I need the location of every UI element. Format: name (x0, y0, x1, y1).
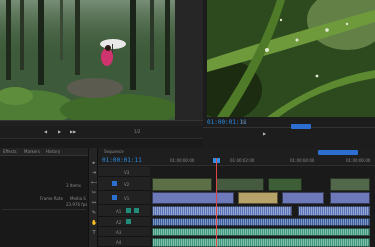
tab-history[interactable]: History (46, 149, 60, 154)
solo-a1-button[interactable] (134, 208, 139, 213)
video-clip[interactable] (238, 192, 278, 204)
sequence-tab[interactable]: Sequence (104, 149, 124, 154)
program-monitor: 01:00:01:11 Fit ▶ (203, 0, 375, 148)
timeline-ruler[interactable]: 01:00:00:00 01:00:02:00 01:00:04:00 01:0… (150, 158, 375, 166)
source-patch-v2[interactable] (112, 181, 117, 186)
divider (2, 209, 86, 210)
source-patch-v1[interactable] (112, 195, 117, 200)
slip-icon[interactable]: ↔ (91, 200, 97, 206)
mute-a1-button[interactable] (126, 208, 131, 213)
track-select-icon[interactable]: ⇥ (91, 170, 97, 176)
razor-icon[interactable]: ✂ (91, 190, 97, 196)
step-forward-icon[interactable]: ▶▶ (70, 129, 76, 134)
audio-clip[interactable] (298, 206, 370, 216)
track-name: V3 (124, 170, 130, 175)
track-name: A4 (116, 240, 122, 245)
ripple-edit-icon[interactable]: ⟷ (91, 180, 97, 186)
source-video-frame[interactable] (0, 0, 175, 120)
track-name: A2 (116, 220, 122, 225)
program-video-frame[interactable] (207, 0, 375, 117)
leaves-scene-image (207, 0, 375, 117)
tab-markers[interactable]: Markers (24, 149, 40, 154)
video-clip[interactable] (282, 192, 324, 204)
track-name: A1 (116, 209, 122, 214)
work-area-bar[interactable] (318, 150, 358, 155)
frame-rate-source: Media S (70, 196, 86, 201)
track-header-v2: V2 (98, 177, 150, 191)
tab-effects[interactable]: Effects (3, 149, 17, 154)
forest-scene-image (0, 0, 175, 120)
track-header-a3: A3 (98, 227, 150, 237)
track-header-a2: A2 (98, 217, 150, 227)
video-clip[interactable] (330, 178, 370, 191)
source-side-panel (175, 0, 203, 120)
playhead-line[interactable] (216, 158, 217, 247)
track-name: V2 (124, 182, 130, 187)
program-transport-bar: 01:00:01:11 Fit ▶ (203, 117, 375, 148)
frame-rate-label: Frame Rate (40, 196, 63, 201)
effects-body: 3 Items Frame Rate Media S 23.976 fps (0, 157, 88, 247)
track-name: A3 (116, 230, 122, 235)
audio-clip[interactable] (152, 238, 370, 247)
program-play-icon[interactable]: ▶ (263, 131, 266, 136)
ruler-label: 01:00:00:00 (170, 158, 195, 163)
item-count: 3 Items (66, 183, 82, 188)
track-header-a4: A4 (98, 237, 150, 247)
track-name: V1 (124, 196, 130, 201)
video-clip[interactable] (152, 192, 234, 204)
timeline-timecode[interactable]: 01:00:01:11 (102, 157, 142, 164)
mute-a2-button[interactable] (126, 219, 131, 224)
video-clip[interactable] (268, 178, 302, 191)
effects-tabs: Effects Markers History (0, 148, 88, 156)
timeline-header: Sequence 01:00:01:11 01:00:00:00 01:00:0… (98, 148, 375, 166)
tools-panel: ▸ ⇥ ⟷ ✂ ↔ ✎ ✋ T (88, 148, 98, 247)
frame-rate-value: 23.976 fps (66, 202, 88, 207)
effects-panel: Effects Markers History 3 Items Frame Ra… (0, 148, 88, 247)
source-lower-bar (0, 138, 203, 148)
source-transport-controls: ◀ ▶ ▶▶ 1/2 (0, 126, 203, 138)
step-back-icon[interactable]: ◀ (44, 129, 47, 134)
audio-clip[interactable] (152, 218, 370, 226)
video-clip[interactable] (152, 178, 212, 191)
pen-icon[interactable]: ✎ (91, 210, 97, 216)
text-tool-icon[interactable]: T (91, 230, 97, 236)
audio-clip[interactable] (152, 206, 292, 216)
program-fit-select[interactable]: Fit (241, 120, 246, 125)
play-icon[interactable]: ▶ (58, 129, 61, 134)
video-clip[interactable] (216, 178, 264, 191)
source-frame-label: 1/2 (134, 129, 141, 134)
selection-icon[interactable]: ▸ (91, 160, 97, 166)
timeline-panel: Sequence 01:00:01:11 01:00:00:00 01:00:0… (98, 148, 375, 247)
video-clip[interactable] (330, 192, 370, 204)
hand-tool-icon[interactable]: ✋ (91, 220, 97, 226)
ruler-label: 01:00:04:00 (290, 158, 315, 163)
program-in-out-marker[interactable] (291, 124, 311, 129)
audio-clip[interactable] (152, 228, 370, 236)
program-scrub-line[interactable] (203, 127, 375, 128)
track-header-v1: V1 (98, 191, 150, 205)
ruler-label: 01:00:06:00 (346, 158, 371, 163)
track-header-a1: A1 (98, 205, 150, 217)
source-monitor: ◀ ▶ ▶▶ 1/2 (0, 0, 203, 148)
track-header-v3: V3 (98, 167, 150, 177)
ruler-label: 01:00:02:00 (230, 158, 255, 163)
